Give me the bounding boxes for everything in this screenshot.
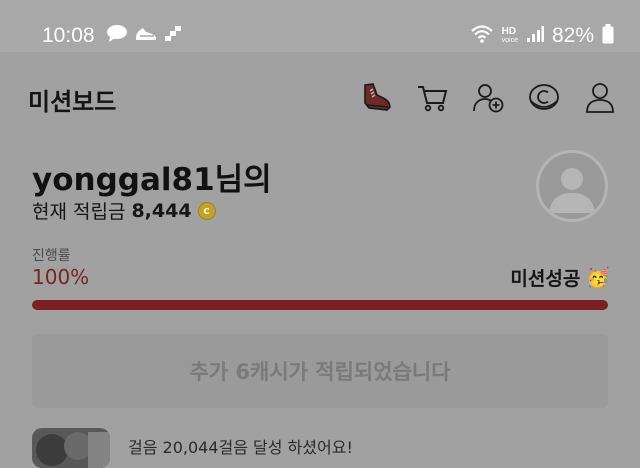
stairs-icon [164,24,182,46]
avatar[interactable] [536,150,608,222]
progress-label: 진행률 [32,248,71,264]
header-actions [358,80,618,116]
add-user-icon[interactable] [470,80,506,116]
party-face-icon: 🥳 [586,267,610,289]
battery-icon [602,24,614,48]
username-heading: yonggal81님의 [32,162,272,198]
hd-voice-indicator: HD voice [502,27,518,45]
sneaker-icon [134,24,158,46]
mission-status-text: 미션성공 [510,268,581,290]
feed-item-text: 걸음 20,044걸음 달성 하셨어요! [128,438,353,457]
user-icon[interactable] [582,80,618,116]
progress-bar [32,300,608,310]
status-bar: 10:08 HD voice 82% [0,0,640,52]
status-time: 10:08 [42,24,95,47]
mission-board-screen: 미션보드 yonggal81님의 현재 적립금 8,444 c 진행률 100%… [0,52,640,468]
balance-row: 현재 적립금 8,444 c [32,197,216,224]
coin-c-icon[interactable] [526,80,562,116]
balance-label: 현재 적립금 [32,201,126,223]
battery-percent: 82% [551,24,594,47]
progress-bar-fill [32,300,608,310]
balance-value: 8,444 [131,199,192,222]
coin-icon: c [197,201,216,220]
voice-label: voice [501,37,518,44]
list-item[interactable]: 걸음 20,044걸음 달성 하셨어요! [32,428,608,468]
shoe-icon[interactable] [358,80,394,116]
cart-icon[interactable] [414,80,450,116]
chat-bubble-icon [106,24,128,46]
notification-icons [106,24,182,46]
wifi-icon [470,24,494,48]
reward-banner[interactable]: 추가 6캐시가 적립되었습니다 [32,334,608,408]
mission-status: 미션성공 🥳 [510,264,610,291]
hd-label: HD [501,26,517,37]
progress-value: 100% [32,265,90,289]
feed-thumbnail [32,428,110,468]
signal-icon [526,25,544,47]
page-title: 미션보드 [28,88,117,116]
status-right: HD voice 82% [470,22,614,50]
